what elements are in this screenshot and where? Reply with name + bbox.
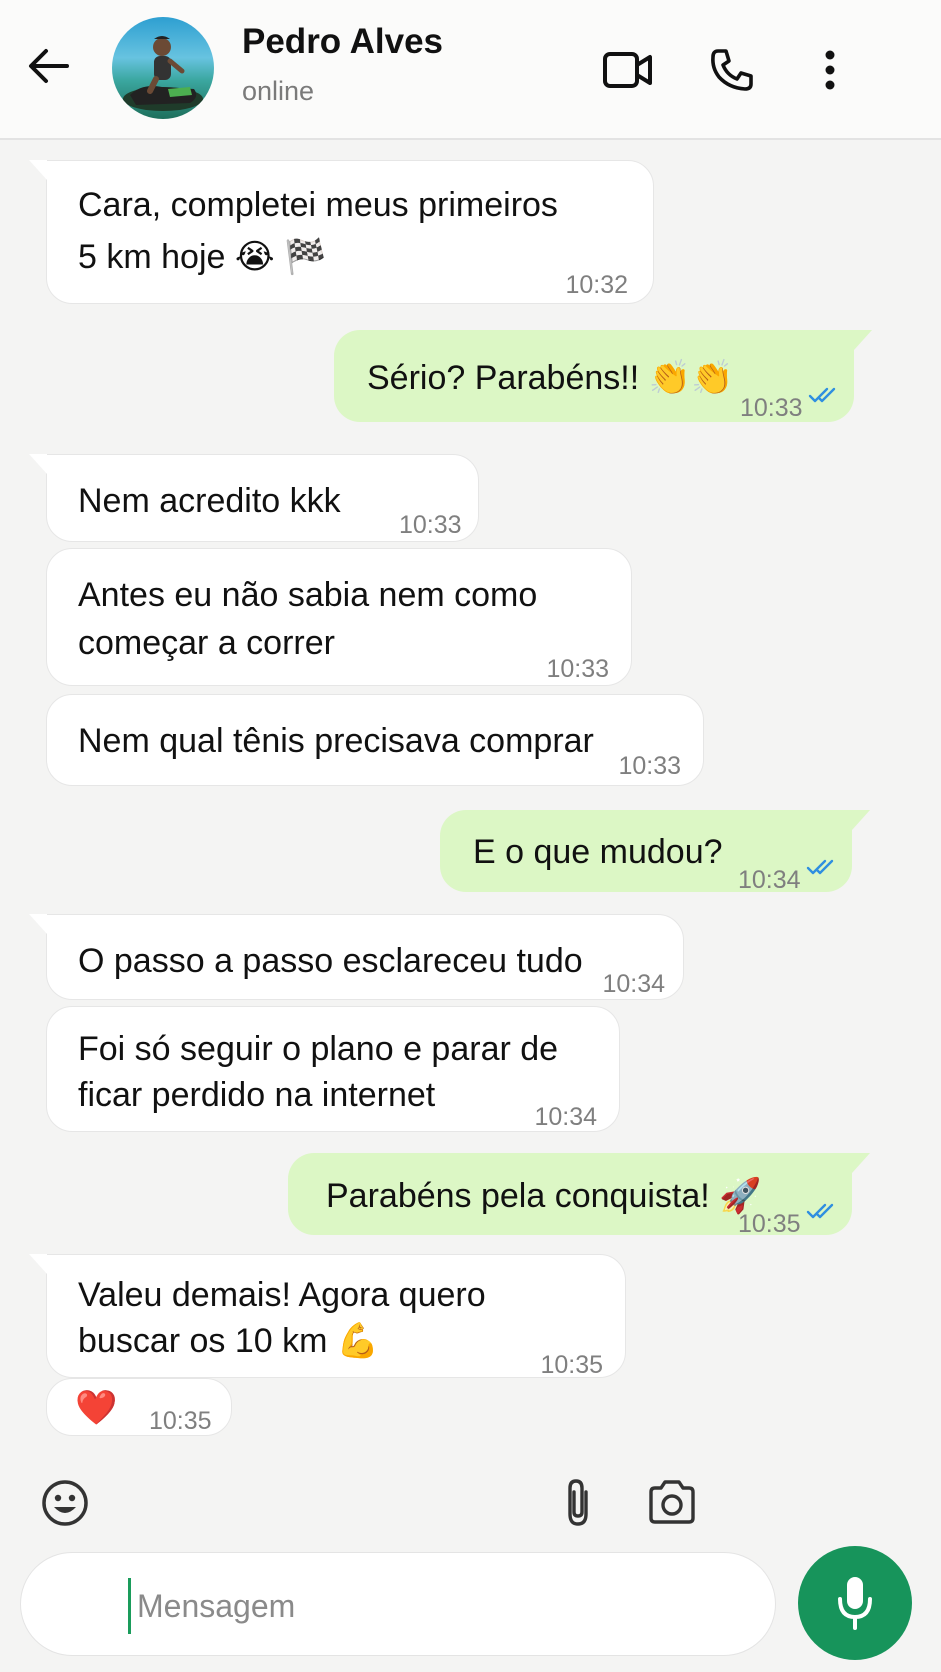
contact-name[interactable]: Pedro Alves: [242, 22, 443, 62]
message-text: ❤️: [75, 1389, 118, 1427]
message-text: começar a correr: [78, 624, 335, 662]
message-text: O passo a passo esclareceu tudo: [78, 942, 583, 980]
message-time: 10:33: [399, 511, 462, 539]
message-bubble-incoming[interactable]: Nem acredito kkk 10:33: [29, 454, 479, 542]
message-bubble-incoming[interactable]: Cara, completei meus primeiros 5 km hoje…: [29, 160, 654, 304]
message-time: 10:35: [738, 1210, 801, 1238]
message-bubble-incoming[interactable]: ❤️ 10:35: [46, 1378, 232, 1436]
message-text: ficar perdido na internet: [78, 1076, 436, 1114]
message-bubble-outgoing[interactable]: Sério? Parabéns!! 👏👏 10:33: [334, 330, 872, 422]
back-arrow-icon[interactable]: [20, 38, 76, 94]
message-time: 10:35: [149, 1407, 212, 1435]
more-options-icon[interactable]: [800, 40, 860, 100]
message-text: Antes eu não sabia nem como: [78, 576, 538, 614]
message-bubble-outgoing[interactable]: Parabéns pela conquista! 🚀 10:35: [288, 1153, 870, 1238]
mic-icon: [838, 1577, 872, 1630]
read-ticks-icon: [806, 1203, 834, 1219]
message-bubble-incoming[interactable]: Valeu demais! Agora quero buscar os 10 k…: [29, 1254, 626, 1379]
message-text: Nem acredito kkk: [78, 482, 341, 520]
message-bubble-incoming[interactable]: O passo a passo esclareceu tudo 10:34: [29, 914, 684, 1000]
read-ticks-icon: [806, 859, 834, 875]
message-text: Foi só seguir o plano e parar de: [78, 1030, 559, 1068]
message-input[interactable]: [128, 1578, 569, 1634]
read-ticks-icon: [808, 387, 836, 403]
message-time: 10:32: [565, 271, 628, 299]
video-call-icon[interactable]: [598, 40, 658, 100]
message-text: Cara, completei meus primeiros: [78, 186, 558, 224]
chat-header: Pedro Alves online: [0, 0, 941, 140]
message-time: 10:34: [738, 866, 801, 894]
mic-button[interactable]: [798, 1546, 912, 1660]
message-time: 10:33: [740, 394, 803, 422]
message-time: 10:33: [546, 655, 609, 683]
message-text: 5 km hoje 😭 🏁: [78, 238, 327, 276]
camera-icon[interactable]: [646, 1478, 698, 1526]
phone-icon[interactable]: [702, 40, 762, 100]
message-bubble-incoming[interactable]: Antes eu não sabia nem como começar a co…: [46, 548, 632, 686]
attach-icon[interactable]: [556, 1476, 600, 1530]
message-time: 10:34: [534, 1103, 597, 1131]
message-text: Sério? Parabéns!! 👏👏: [367, 359, 734, 397]
message-text: Nem qual tênis precisava comprar: [78, 722, 594, 760]
message-text: Parabéns pela conquista! 🚀: [326, 1177, 762, 1215]
message-bubble-outgoing[interactable]: E o que mudou? 10:34: [440, 810, 870, 894]
message-text: E o que mudou?: [473, 833, 723, 871]
avatar[interactable]: [112, 17, 214, 119]
message-text: Valeu demais! Agora quero: [78, 1276, 486, 1314]
message-bubble-incoming[interactable]: Foi só seguir o plano e parar de ficar p…: [46, 1006, 620, 1132]
message-bubble-incoming[interactable]: Nem qual tênis precisava comprar 10:33: [46, 694, 704, 786]
message-time: 10:33: [618, 752, 681, 780]
message-time: 10:34: [602, 970, 665, 998]
contact-status: online: [242, 76, 315, 106]
message-time: 10:35: [540, 1351, 603, 1379]
message-text: buscar os 10 km 💪: [78, 1322, 380, 1360]
emoji-icon[interactable]: [40, 1478, 90, 1528]
